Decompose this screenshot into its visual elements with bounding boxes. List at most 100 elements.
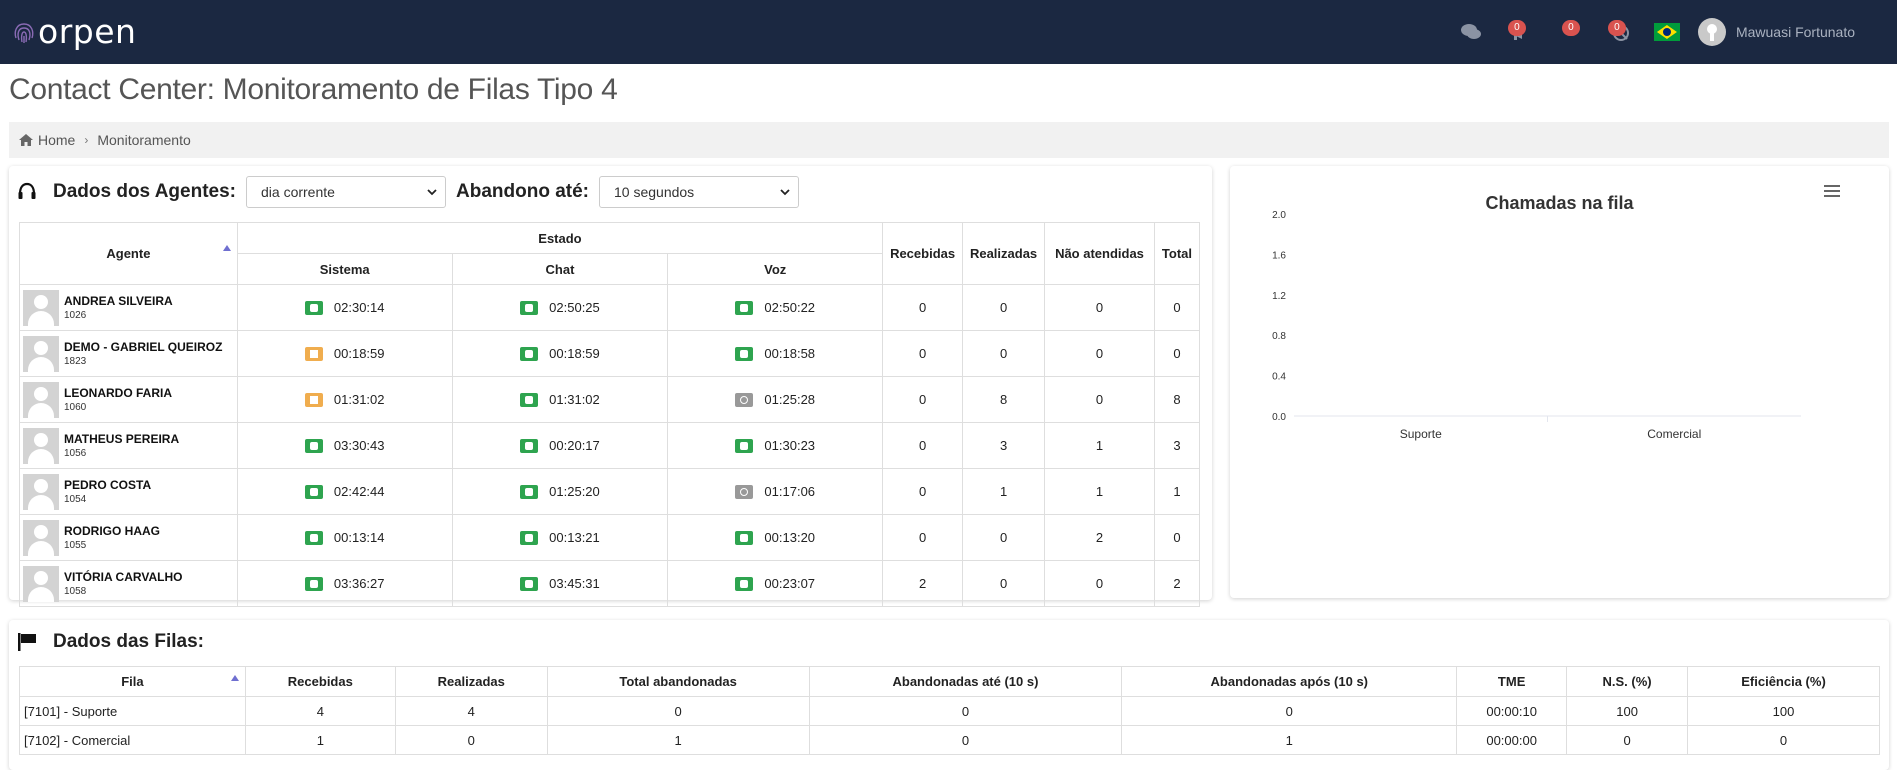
header-tme[interactable]: TME (1456, 666, 1568, 697)
period-select-value: dia corrente (261, 184, 335, 200)
header-total[interactable]: Total (1153, 222, 1201, 285)
header-realizadas[interactable]: Realizadas (394, 666, 548, 697)
recebidas-cell: 0 (882, 422, 964, 469)
header-fila[interactable]: Fila (19, 666, 246, 697)
alerts-notifications[interactable]: 0 (1502, 0, 1540, 64)
status-green-icon (304, 484, 323, 499)
agent-cell[interactable]: VITÓRIA CARVALHO 1058 (19, 560, 238, 607)
header-abandonadas-ate[interactable]: Abandonadas até (10 s) (808, 666, 1123, 697)
recebidas-cell: 2 (882, 560, 964, 607)
breadcrumb: Home › Monitoramento (9, 122, 1889, 158)
agent-cell[interactable]: ANDREA SILVEIRA 1026 (19, 284, 238, 331)
total-cell: 0 (1153, 514, 1201, 561)
realizadas-cell: 3 (962, 422, 1046, 469)
calls-notifications[interactable]: 0 (1602, 0, 1640, 64)
recebidas-cell: 1 (244, 725, 396, 755)
agent-row: DEMO - GABRIEL QUEIROZ 1823 00:18:59 00:18:… (19, 330, 1201, 377)
header-voz[interactable]: Voz (667, 253, 884, 285)
state-voz-time: 02:50:22 (764, 300, 816, 315)
agent-row: LEONARDO FARIA 1060 01:31:02 01:31:02 01:25:… (19, 376, 1201, 423)
period-select[interactable]: dia corrente (246, 176, 446, 208)
agent-cell[interactable]: DEMO - GABRIEL QUEIROZ 1823 (19, 330, 238, 377)
header-chat[interactable]: Chat (451, 253, 669, 285)
realizadas-cell: 0 (962, 330, 1046, 377)
brazil-flag-icon[interactable] (1653, 23, 1680, 41)
header-total-abandonadas[interactable]: Total abandonadas (546, 666, 810, 697)
state-voz-time: 00:18:58 (764, 346, 816, 361)
queue-calls-chart: 0.00.40.81.21.62.0Suporte Comercial (1272, 210, 1801, 441)
state-sistema-time: 00:13:14 (333, 530, 385, 545)
agents-panel: Dados dos Agentes: dia corrente Abandono… (9, 166, 1212, 607)
status-orange-icon (304, 346, 323, 361)
total-cell: 3 (1153, 422, 1201, 469)
agent-cell[interactable]: LEONARDO FARIA 1060 (19, 376, 238, 423)
agent-row: ANDREA SILVEIRA 1026 02:30:14 02:50:25 02:50… (19, 284, 1201, 331)
queue-row: [7101] - Suporte 4 4 0 0 0 00:00:10 100 100 (19, 696, 1880, 726)
header-abandonadas-apos[interactable]: Abandonadas após (10 s) (1121, 666, 1458, 697)
state-sistema-cell: 02:30:14 (236, 284, 453, 331)
header-sistema[interactable]: Sistema (236, 253, 453, 285)
top-navbar: orpen 0 0 0 Mawuasi Fortunato (0, 0, 1897, 64)
abandonadas-apos-cell: 0 (1121, 696, 1458, 726)
agent-extension: 1055 (64, 540, 87, 551)
y-tick-label: 0.0 (1272, 412, 1286, 423)
agents-panel-title: Dados dos Agentes: (53, 181, 236, 202)
user-silhouette-icon (1706, 24, 1717, 41)
breadcrumb-home[interactable]: Home (38, 132, 75, 148)
chat-notifications[interactable] (1452, 0, 1490, 64)
abandonadas-apos-cell: 1 (1121, 725, 1458, 755)
state-voz-time: 00:13:20 (764, 530, 816, 545)
header-nao-atendidas[interactable]: Não atendidas (1044, 222, 1155, 285)
nao-atendidas-cell: 0 (1044, 330, 1155, 377)
state-voz-cell: 01:25:28 (667, 376, 884, 423)
agent-name: LEONARDO FARIA (64, 386, 172, 400)
agent-cell[interactable]: RODRIGO HAAG 1055 (19, 514, 238, 561)
fila-cell[interactable]: [7101] - Suporte (19, 696, 246, 726)
realizadas-cell: 1 (962, 468, 1046, 515)
abandonadas-ate-cell: 0 (808, 725, 1123, 755)
queues-panel: Dados das Filas: Fila Recebidas Realizad… (9, 620, 1889, 770)
header-recebidas[interactable]: Recebidas (882, 222, 964, 285)
fila-cell[interactable]: [7102] - Comercial (19, 725, 246, 755)
avatar (23, 381, 59, 418)
header-eficiencia[interactable]: Eficiência (%) (1687, 666, 1880, 697)
state-voz-time: 01:30:23 (764, 438, 816, 453)
nao-atendidas-cell: 0 (1044, 284, 1155, 331)
state-sistema-cell: 03:30:43 (236, 422, 453, 469)
state-sistema-cell: 00:18:59 (236, 330, 453, 377)
queues-table: Fila Recebidas Realizadas Total abandona… (19, 666, 1880, 755)
ns-cell: 0 (1566, 725, 1689, 755)
avatar (23, 335, 59, 372)
state-sistema-time: 03:30:43 (333, 438, 385, 453)
queues-panel-title: Dados das Filas: (53, 631, 204, 652)
sort-asc-icon (230, 675, 239, 681)
abandon-select[interactable]: 10 segundos (599, 176, 799, 208)
messages-notifications[interactable]: 0 (1552, 0, 1590, 64)
user-name[interactable]: Mawuasi Fortunato (1736, 24, 1855, 40)
realizadas-cell: 4 (394, 696, 548, 726)
header-ns[interactable]: N.S. (%) (1566, 666, 1689, 697)
brand-logo[interactable]: orpen (12, 14, 136, 50)
user-avatar[interactable] (1697, 18, 1726, 46)
hamburger-menu-icon[interactable] (1824, 185, 1840, 197)
total-cell: 2 (1153, 560, 1201, 607)
avatar (23, 427, 59, 464)
calls-badge: 0 (1607, 20, 1626, 36)
status-green-icon (735, 530, 754, 545)
nao-atendidas-cell: 1 (1044, 422, 1155, 469)
header-realizadas[interactable]: Realizadas (962, 222, 1046, 285)
agent-cell[interactable]: MATHEUS PEREIRA 1056 (19, 422, 238, 469)
state-sistema-time: 00:18:59 (333, 346, 385, 361)
header-recebidas[interactable]: Recebidas (244, 666, 396, 697)
status-green-icon (520, 438, 539, 453)
tme-cell: 00:00:10 (1456, 696, 1568, 726)
comments-icon (1460, 24, 1481, 39)
recebidas-cell: 0 (882, 284, 964, 331)
agent-cell[interactable]: PEDRO COSTA 1054 (19, 468, 238, 515)
nao-atendidas-cell: 0 (1044, 376, 1155, 423)
agent-extension: 1054 (64, 494, 87, 505)
recebidas-cell: 0 (882, 514, 964, 561)
header-agente[interactable]: Agente (19, 222, 238, 285)
total-cell: 0 (1153, 284, 1201, 331)
realizadas-cell: 0 (394, 725, 548, 755)
